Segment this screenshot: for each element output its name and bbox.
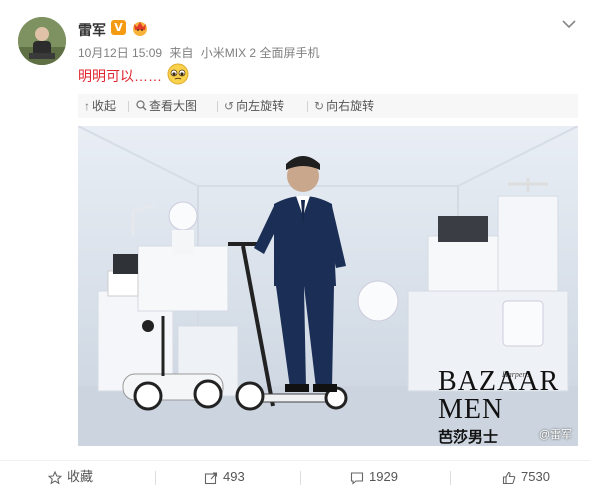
toolbar-divider (128, 101, 129, 112)
repost-count: 493 (223, 469, 245, 484)
action-divider (155, 471, 156, 485)
rotate-right-label: 向右旋转 (326, 99, 375, 113)
vip-crown-icon (131, 19, 149, 36)
photo-watermark: @雷军 (538, 429, 572, 441)
like-button[interactable]: 7530 (502, 461, 550, 493)
post-content: 明明可以…… (78, 68, 162, 84)
avatar[interactable] (18, 17, 66, 65)
view-large-label: 查看大图 (149, 99, 198, 113)
post-action-bar: 收藏 493 1929 7530 (0, 460, 590, 493)
toolbar-divider (217, 101, 218, 112)
username[interactable]: 雷军 (78, 20, 106, 40)
view-large-button[interactable]: 查看大图 (136, 94, 197, 118)
post-source[interactable]: 小米MIX 2 全面屏手机 (201, 46, 320, 60)
post-photo[interactable]: Harper's BAZAAR MEN 芭莎男士 @雷军 (78, 126, 578, 446)
collapse-button[interactable]: ↑ 收起 (84, 94, 116, 118)
pitiful-face-emoji-icon (167, 63, 189, 85)
chevron-down-icon[interactable] (562, 16, 576, 29)
comment-icon (350, 472, 364, 485)
thumbs-up-icon (502, 471, 516, 484)
favorite-label: 收藏 (67, 469, 94, 484)
arrow-up-icon: ↑ (84, 99, 90, 113)
rotate-left-label: 向左旋转 (236, 99, 285, 113)
comment-count: 1929 (369, 469, 398, 484)
repost-icon (204, 472, 218, 484)
image-toolbar: ↑ 收起 查看大图 ↺ 向左旋转 ↻ 向右旋转 (78, 94, 578, 118)
action-divider (450, 471, 451, 485)
magazine-title-line2: MEN (438, 394, 504, 425)
rotate-left-icon: ↺ (224, 99, 235, 113)
comment-button[interactable]: 1929 (350, 461, 398, 493)
repost-button[interactable]: 493 (204, 461, 245, 493)
like-count: 7530 (521, 469, 550, 484)
post-timestamp[interactable]: 10月12日 15:09 (78, 46, 162, 60)
magazine-title-line1: BAZAAR (438, 366, 560, 397)
collapse-label: 收起 (92, 99, 117, 113)
verified-badge-icon: V (111, 20, 126, 35)
rotate-right-button[interactable]: ↻ 向右旋转 (314, 94, 374, 118)
rotate-right-icon: ↻ (314, 99, 325, 113)
magazine-chinese: 芭莎男士 (438, 429, 499, 446)
rotate-left-button[interactable]: ↺ 向左旋转 (224, 94, 284, 118)
action-divider (300, 471, 301, 485)
favorite-button[interactable]: 收藏 (47, 461, 94, 493)
magnifier-icon (136, 94, 147, 118)
star-icon (47, 470, 63, 485)
post-header: 雷军 V 10月12日 15:09 来自 小米MIX 2 全面屏手机 明明可以…… (0, 0, 590, 92)
source-prefix: 来自 (169, 46, 194, 60)
post-meta: 10月12日 15:09 来自 小米MIX 2 全面屏手机 (78, 44, 323, 61)
toolbar-divider (307, 101, 308, 112)
